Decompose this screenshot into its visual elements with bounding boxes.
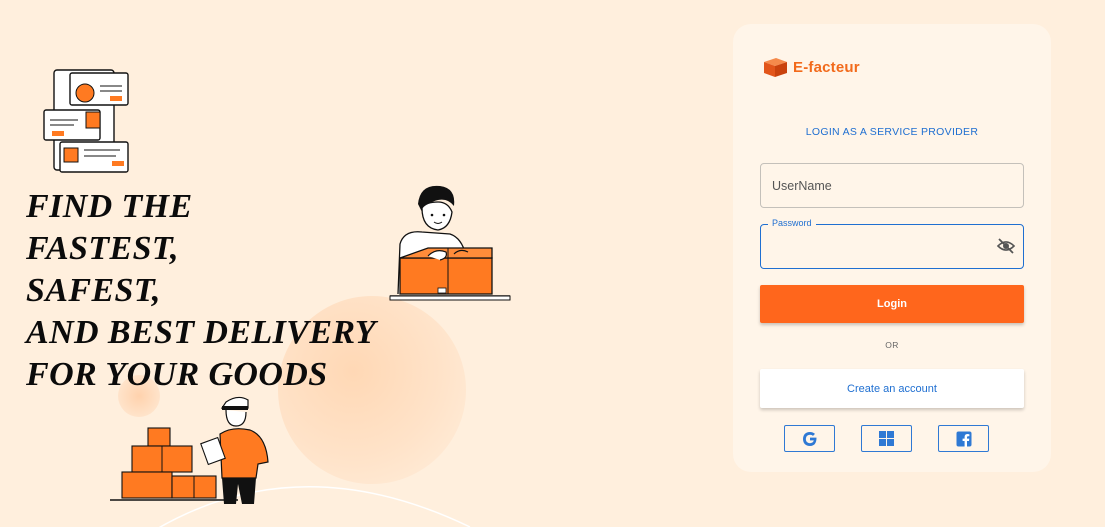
headline-line: AND BEST DELIVERY xyxy=(26,314,377,351)
google-icon xyxy=(802,431,817,446)
cube-logo-icon xyxy=(764,58,787,77)
login-subtitle: LOGIN AS A SERVICE PROVIDER xyxy=(805,126,979,138)
delivery-worker-illustration xyxy=(110,396,269,504)
online-order-illustration xyxy=(43,69,129,173)
username-input[interactable] xyxy=(761,164,1023,207)
brand-logo: E-facteur xyxy=(761,56,860,78)
windows-login-button[interactable] xyxy=(861,425,912,452)
or-divider: OR xyxy=(885,340,899,350)
headline-line: FIND THE xyxy=(26,188,193,225)
facebook-icon xyxy=(956,431,971,447)
login-button[interactable]: Login xyxy=(760,285,1024,323)
facebook-login-button[interactable] xyxy=(938,425,989,452)
headline-line: SAFEST, xyxy=(26,272,161,309)
eye-off-icon[interactable] xyxy=(996,237,1016,255)
headline-line: FASTEST, xyxy=(26,230,179,267)
packing-person-illustration xyxy=(389,185,511,301)
password-field: Password xyxy=(760,218,1024,269)
brand-name: E-facteur xyxy=(793,58,860,76)
google-login-button[interactable] xyxy=(784,425,835,452)
hero-headline: FIND THE FASTEST, SAFEST, AND BEST DELIV… xyxy=(26,186,376,396)
password-label: Password xyxy=(768,218,816,228)
headline-line: FOR YOUR GOODS xyxy=(26,356,328,393)
password-input[interactable] xyxy=(761,225,991,268)
login-card: E-facteur LOGIN AS A SERVICE PROVIDER Pa… xyxy=(733,24,1051,472)
username-field xyxy=(760,163,1024,208)
create-account-button[interactable]: Create an account xyxy=(760,369,1024,408)
windows-icon xyxy=(879,431,894,446)
